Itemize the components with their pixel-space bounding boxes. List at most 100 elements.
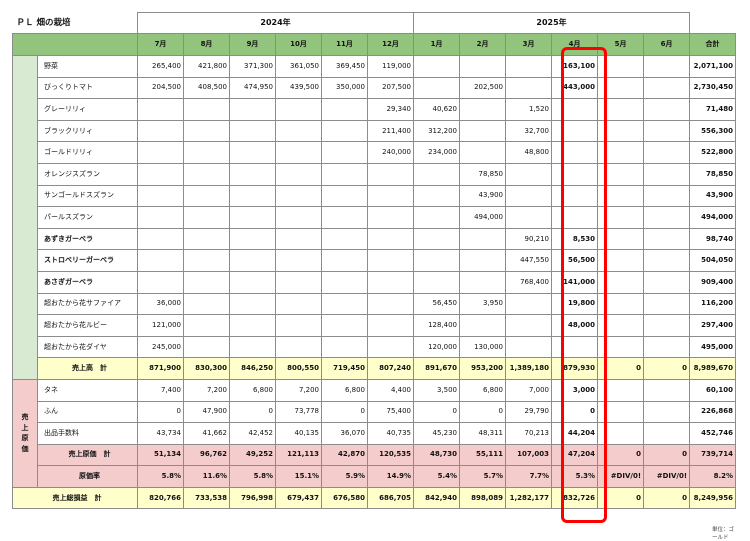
row-total-cell[interactable]: 556,300	[689, 119, 737, 143]
value-cell[interactable]: 1,520	[505, 98, 553, 121]
value-cell[interactable]: 202,500	[459, 76, 507, 100]
value-cell[interactable]	[459, 270, 507, 294]
value-cell[interactable]: 7,200	[275, 378, 322, 402]
value-cell[interactable]	[459, 98, 507, 121]
value-cell[interactable]: 0	[321, 400, 368, 424]
value-cell[interactable]	[505, 162, 553, 186]
value-cell[interactable]	[505, 292, 553, 316]
value-cell[interactable]: 891,670	[413, 357, 461, 380]
value-cell[interactable]	[643, 335, 691, 359]
value-cell[interactable]	[275, 206, 322, 229]
value-cell[interactable]: 40,135	[275, 422, 322, 445]
value-cell[interactable]: 128,400	[413, 314, 461, 337]
value-cell[interactable]	[275, 335, 322, 359]
value-cell[interactable]: 6,800	[229, 378, 276, 402]
value-cell[interactable]	[643, 314, 691, 337]
value-cell[interactable]: 842,940	[413, 486, 461, 510]
value-cell[interactable]	[183, 141, 230, 164]
value-cell[interactable]: 36,070	[321, 422, 368, 445]
value-cell[interactable]	[229, 292, 276, 316]
value-cell[interactable]: 0	[643, 357, 691, 380]
value-cell[interactable]: 676,580	[321, 486, 368, 510]
value-cell[interactable]	[183, 206, 230, 229]
value-cell[interactable]: 447,550	[505, 249, 553, 272]
value-cell[interactable]: 953,200	[459, 357, 507, 380]
value-cell[interactable]: 42,452	[229, 422, 276, 445]
value-cell[interactable]	[643, 55, 691, 78]
value-cell[interactable]	[229, 206, 276, 229]
value-cell[interactable]	[643, 292, 691, 316]
value-cell[interactable]: 43,900	[459, 184, 507, 208]
value-cell[interactable]: 312,200	[413, 119, 461, 143]
value-cell[interactable]: 40,620	[413, 98, 461, 121]
value-cell[interactable]: 204,500	[137, 76, 184, 100]
row-total-cell[interactable]: 504,050	[689, 249, 737, 272]
value-cell[interactable]: 0	[459, 400, 507, 424]
value-cell[interactable]: 55,111	[459, 443, 507, 467]
value-cell[interactable]: 5.9%	[321, 465, 368, 488]
value-cell[interactable]: 369,450	[321, 55, 368, 78]
value-cell[interactable]: 494,000	[459, 206, 507, 229]
value-cell[interactable]	[366, 314, 415, 337]
value-cell[interactable]	[413, 227, 461, 251]
value-cell[interactable]	[321, 249, 368, 272]
value-cell[interactable]	[321, 227, 368, 251]
value-cell[interactable]: 29,340	[366, 98, 415, 121]
value-cell[interactable]	[643, 206, 691, 229]
value-cell[interactable]: 846,250	[229, 357, 276, 380]
row-total-cell[interactable]: 8,989,670	[689, 357, 737, 380]
value-cell[interactable]: 245,000	[137, 335, 184, 359]
value-cell[interactable]: 47,900	[183, 400, 230, 424]
value-cell[interactable]: 49,252	[229, 443, 276, 467]
value-cell[interactable]: 361,050	[275, 55, 322, 78]
value-cell[interactable]	[643, 270, 691, 294]
row-total-cell[interactable]: 739,714	[689, 443, 737, 467]
value-cell[interactable]: 7,400	[137, 378, 184, 402]
row-total-cell[interactable]: 909,400	[689, 270, 737, 294]
row-total-cell[interactable]: 78,850	[689, 162, 737, 186]
value-cell[interactable]	[321, 270, 368, 294]
value-cell[interactable]	[505, 55, 553, 78]
value-cell[interactable]: 15.1%	[275, 465, 322, 488]
value-cell[interactable]: 0	[413, 400, 461, 424]
row-total-cell[interactable]: 495,000	[689, 335, 737, 359]
value-cell[interactable]: 107,003	[505, 443, 553, 467]
value-cell[interactable]	[275, 270, 322, 294]
value-cell[interactable]: 130,000	[459, 335, 507, 359]
value-cell[interactable]: 56,450	[413, 292, 461, 316]
row-total-cell[interactable]: 297,400	[689, 314, 737, 337]
value-cell[interactable]: 5.8%	[137, 465, 184, 488]
value-cell[interactable]	[643, 76, 691, 100]
value-cell[interactable]	[321, 314, 368, 337]
value-cell[interactable]	[643, 162, 691, 186]
value-cell[interactable]	[321, 292, 368, 316]
value-cell[interactable]: 686,705	[366, 486, 415, 510]
value-cell[interactable]	[137, 162, 184, 186]
value-cell[interactable]: 371,300	[229, 55, 276, 78]
value-cell[interactable]	[643, 249, 691, 272]
value-cell[interactable]: 350,000	[321, 76, 368, 100]
value-cell[interactable]: 121,113	[275, 443, 322, 467]
value-cell[interactable]: 29,790	[505, 400, 553, 424]
value-cell[interactable]	[366, 206, 415, 229]
value-cell[interactable]	[275, 98, 322, 121]
value-cell[interactable]: 96,762	[183, 443, 230, 467]
row-total-cell[interactable]: 8,249,956	[689, 486, 737, 510]
value-cell[interactable]	[137, 98, 184, 121]
value-cell[interactable]: 871,900	[137, 357, 184, 380]
value-cell[interactable]: 1,389,180	[505, 357, 553, 380]
value-cell[interactable]	[183, 314, 230, 337]
value-cell[interactable]	[366, 335, 415, 359]
value-cell[interactable]	[229, 227, 276, 251]
row-total-cell[interactable]: 452,746	[689, 422, 737, 445]
value-cell[interactable]: 1,282,177	[505, 486, 553, 510]
row-total-cell[interactable]: 116,200	[689, 292, 737, 316]
value-cell[interactable]	[459, 55, 507, 78]
value-cell[interactable]	[321, 206, 368, 229]
value-cell[interactable]: 5.7%	[459, 465, 507, 488]
value-cell[interactable]: 121,000	[137, 314, 184, 337]
value-cell[interactable]	[321, 184, 368, 208]
value-cell[interactable]: 820,766	[137, 486, 184, 510]
value-cell[interactable]	[459, 314, 507, 337]
row-total-cell[interactable]: 494,000	[689, 206, 737, 229]
